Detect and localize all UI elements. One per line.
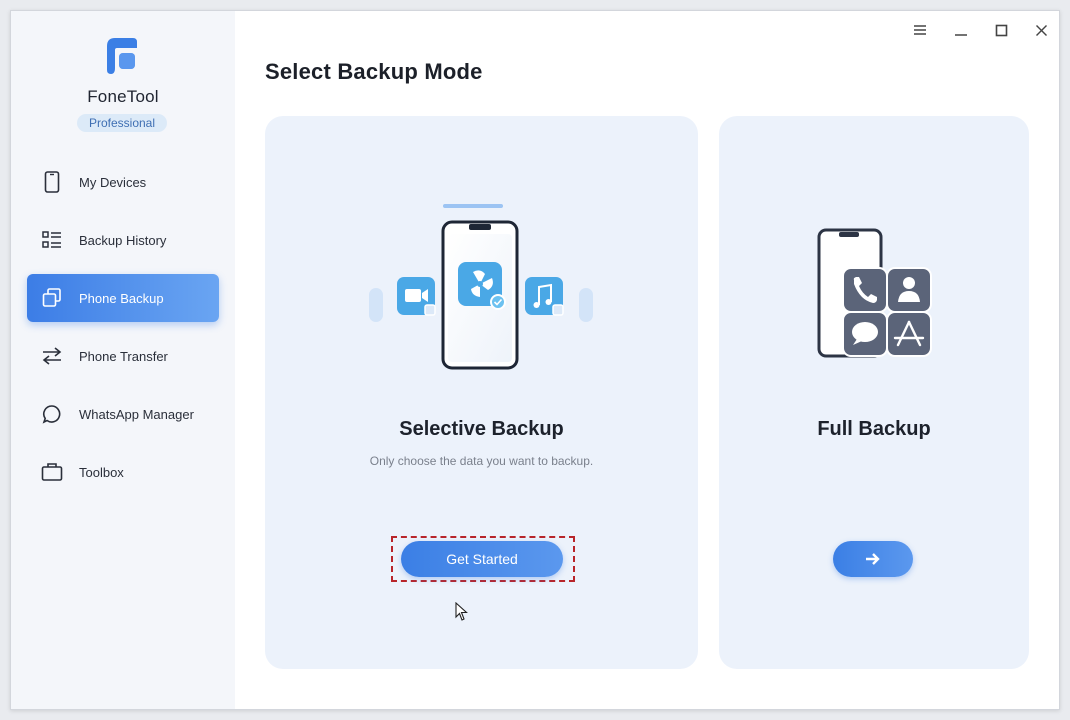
sidebar: FoneTool Professional My Devices Backup … bbox=[11, 11, 235, 709]
sidebar-item-label: Toolbox bbox=[79, 464, 124, 480]
selective-backup-illustration bbox=[369, 204, 593, 370]
sidebar-item-label: Backup History bbox=[79, 232, 167, 248]
sidebar-item-label: Phone Transfer bbox=[79, 348, 168, 364]
selective-backup-title: Selective Backup bbox=[399, 418, 564, 440]
sidebar-item-backup-history[interactable]: Backup History bbox=[27, 216, 219, 264]
sidebar-item-phone-backup[interactable]: Phone Backup bbox=[27, 274, 219, 322]
close-button[interactable] bbox=[1028, 19, 1054, 41]
page-title: Select Backup Mode bbox=[265, 59, 483, 84]
close-icon bbox=[1035, 24, 1047, 36]
sidebar-item-my-devices[interactable]: My Devices bbox=[27, 158, 219, 206]
full-backup-start-button[interactable] bbox=[833, 541, 913, 577]
sidebar-item-whatsapp-manager[interactable]: WhatsApp Manager bbox=[27, 390, 219, 438]
arrow-right-icon bbox=[866, 553, 880, 565]
transfer-arrows-icon bbox=[41, 345, 63, 367]
minimize-button[interactable] bbox=[948, 19, 974, 41]
backup-icon bbox=[41, 287, 63, 309]
sidebar-item-phone-transfer[interactable]: Phone Transfer bbox=[27, 332, 219, 380]
briefcase-icon bbox=[41, 461, 63, 483]
menu-icon bbox=[914, 25, 926, 35]
maximize-icon bbox=[995, 24, 1007, 36]
minimize-icon bbox=[955, 34, 967, 36]
list-icon bbox=[41, 229, 63, 251]
fonetool-logo-icon bbox=[107, 38, 137, 74]
maximize-button[interactable] bbox=[988, 19, 1014, 41]
full-backup-illustration bbox=[817, 228, 932, 358]
phone-icon bbox=[41, 171, 63, 193]
full-backup-title: Full Backup bbox=[817, 418, 931, 440]
selective-backup-card[interactable]: Selective Backup Only choose the data yo… bbox=[265, 116, 698, 669]
app-name: FoneTool bbox=[87, 87, 159, 106]
menu-button[interactable] bbox=[907, 19, 933, 41]
sidebar-item-toolbox[interactable]: Toolbox bbox=[27, 448, 219, 496]
app-window: FoneTool Professional My Devices Backup … bbox=[10, 10, 1060, 710]
get-started-button[interactable]: Get Started bbox=[401, 541, 563, 577]
chat-bubble-icon bbox=[41, 403, 63, 425]
mouse-cursor-icon bbox=[455, 602, 468, 621]
sidebar-item-label: WhatsApp Manager bbox=[79, 406, 194, 422]
sidebar-item-label: My Devices bbox=[79, 174, 147, 190]
full-backup-card[interactable]: Full Backup bbox=[719, 116, 1029, 669]
sidebar-item-label: Phone Backup bbox=[79, 290, 164, 306]
edition-badge: Professional bbox=[77, 114, 167, 132]
selective-backup-description: Only choose the data you want to backup. bbox=[369, 454, 594, 468]
